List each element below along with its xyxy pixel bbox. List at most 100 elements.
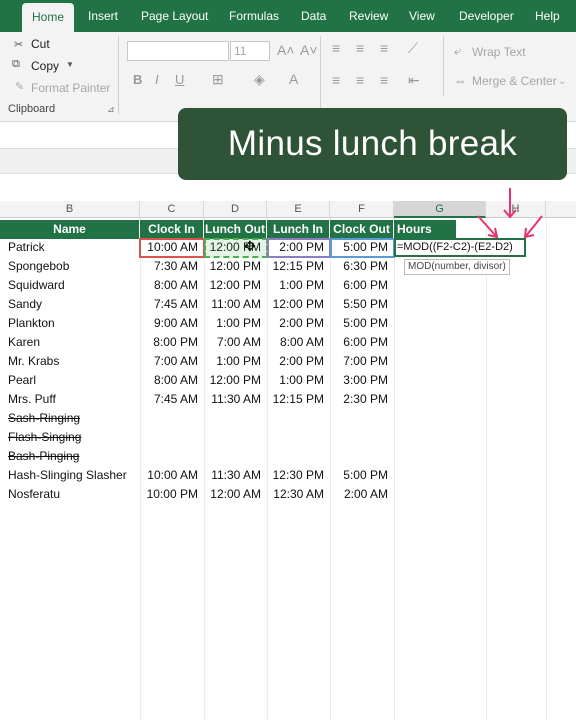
cell-lunch-in[interactable] xyxy=(267,409,330,428)
cell-name[interactable]: Hash-Slinging Slasher xyxy=(0,466,140,485)
format-painter-button[interactable]: Format Painter xyxy=(31,81,110,95)
tab-developer[interactable]: Developer xyxy=(459,0,514,32)
cell-lunch-out[interactable]: 11:00 AM xyxy=(204,295,267,314)
merge-center-button[interactable]: Merge & Center xyxy=(472,74,557,88)
cell-clock-out[interactable] xyxy=(330,428,394,447)
cell-name[interactable]: Sash-Ringing xyxy=(0,409,140,428)
table-row[interactable]: Sandy 7:45 AM 11:00 AM 12:00 PM 5:50 PM xyxy=(0,295,576,314)
tab-review[interactable]: Review xyxy=(349,0,388,32)
align-center-icon[interactable]: ≡ xyxy=(356,72,364,88)
cell-clock-in[interactable]: 8:00 AM xyxy=(140,371,204,390)
cell-clock-out[interactable]: 5:50 PM xyxy=(330,295,394,314)
cell-lunch-out[interactable]: 12:00 AM xyxy=(204,485,267,504)
column-header-b[interactable]: B xyxy=(0,201,140,218)
cell-lunch-out[interactable]: 12:00 PM xyxy=(204,371,267,390)
column-header-d[interactable]: D xyxy=(204,201,267,218)
cell-name[interactable]: Sandy xyxy=(0,295,140,314)
cell-lunch-in[interactable]: 1:00 PM xyxy=(267,276,330,295)
cell-lunch-in[interactable]: 2:00 PM xyxy=(267,352,330,371)
cell-lunch-out[interactable] xyxy=(204,428,267,447)
table-row[interactable]: Mr. Krabs 7:00 AM 1:00 PM 2:00 PM 7:00 PM xyxy=(0,352,576,371)
font-color-icon[interactable]: A xyxy=(289,71,298,87)
table-row[interactable]: Flash-Singing xyxy=(0,428,576,447)
tab-home[interactable]: Home xyxy=(22,3,75,32)
table-row[interactable]: Bash-Pinging xyxy=(0,447,576,466)
column-header-e[interactable]: E xyxy=(267,201,330,218)
cell-name[interactable]: Karen xyxy=(0,333,140,352)
cell-clock-out[interactable]: 5:00 PM xyxy=(330,466,394,485)
table-row[interactable]: Pearl 8:00 AM 12:00 PM 1:00 PM 3:00 PM xyxy=(0,371,576,390)
cell-clock-in[interactable]: 8:00 PM xyxy=(140,333,204,352)
cell-clock-out[interactable]: 2:00 AM xyxy=(330,485,394,504)
copy-button[interactable]: Copy xyxy=(31,59,59,73)
table-row[interactable]: Mrs. Puff 7:45 AM 11:30 AM 12:15 PM 2:30 PM xyxy=(0,390,576,409)
cell-clock-in[interactable]: 7:45 AM xyxy=(140,390,204,409)
chevron-down-icon[interactable]: ⌄ xyxy=(558,76,566,87)
cell-lunch-in[interactable]: 8:00 AM xyxy=(267,333,330,352)
cell-clock-out[interactable]: 2:30 PM xyxy=(330,390,394,409)
font-size-combo[interactable]: 11 xyxy=(230,41,270,61)
cell-lunch-in[interactable]: 12:30 AM xyxy=(267,485,330,504)
cell-clock-out[interactable]: 6:00 PM xyxy=(330,333,394,352)
cell-lunch-in[interactable] xyxy=(267,428,330,447)
cell-lunch-in[interactable]: 12:15 PM xyxy=(267,390,330,409)
align-bottom-icon[interactable]: ≡ xyxy=(380,40,388,56)
function-tooltip[interactable]: MOD(number, divisor) xyxy=(404,259,510,275)
cell-lunch-in[interactable]: 12:30 PM xyxy=(267,466,330,485)
cell-lunch-in[interactable]: 12:00 PM xyxy=(267,295,330,314)
cell-clock-out[interactable]: 5:00 PM xyxy=(330,314,394,333)
cell-lunch-out[interactable]: 11:30 AM xyxy=(204,390,267,409)
tab-help[interactable]: Help xyxy=(535,0,560,32)
column-header-c[interactable]: C xyxy=(140,201,204,218)
cell-name[interactable]: Mr. Krabs xyxy=(0,352,140,371)
header-hours-worked[interactable]: Hours Worked xyxy=(394,220,456,255)
cell-lunch-out[interactable]: 12:00 PM xyxy=(204,276,267,295)
indent-icon[interactable]: ⇤ xyxy=(408,72,420,89)
cell-clock-out[interactable]: 6:00 PM xyxy=(330,276,394,295)
align-right-icon[interactable]: ≡ xyxy=(380,72,388,88)
cell-name[interactable]: Patrick xyxy=(0,238,140,257)
cell-lunch-in[interactable]: 12:15 PM xyxy=(267,257,330,276)
cell-clock-out[interactable] xyxy=(330,447,394,466)
cell-clock-in[interactable]: 7:00 AM xyxy=(140,352,204,371)
cell-clock-in[interactable]: 10:00 AM xyxy=(140,466,204,485)
borders-icon[interactable]: ⊞ xyxy=(212,71,224,88)
align-top-icon[interactable]: ≡ xyxy=(332,40,340,56)
header-name[interactable]: Name xyxy=(0,220,140,239)
cut-button[interactable]: Cut xyxy=(31,37,50,51)
table-row[interactable]: Nosferatu 10:00 PM 12:00 AM 12:30 AM 2:00 AM xyxy=(0,485,576,504)
cell-lunch-out[interactable] xyxy=(204,447,267,466)
fill-color-icon[interactable]: ◈ xyxy=(254,71,265,88)
cell-clock-out[interactable]: 6:30 PM xyxy=(330,257,394,276)
cell-lunch-in[interactable]: 2:00 PM xyxy=(267,314,330,333)
header-clock-out[interactable]: Clock Out xyxy=(330,220,394,239)
dialog-launcher-icon[interactable]: ⊿ xyxy=(107,104,115,115)
header-lunch-out[interactable]: Lunch Out xyxy=(204,220,267,239)
shrink-font-icon[interactable]: A˅ xyxy=(300,42,318,58)
tab-insert[interactable]: Insert xyxy=(88,0,118,32)
italic-button[interactable]: I xyxy=(155,72,159,87)
cell-name[interactable]: Mrs. Puff xyxy=(0,390,140,409)
tab-view[interactable]: View xyxy=(409,0,435,32)
align-left-icon[interactable]: ≡ xyxy=(332,72,340,88)
font-name-combo[interactable] xyxy=(127,41,229,61)
cell-clock-in[interactable] xyxy=(140,409,204,428)
table-row[interactable]: Sash-Ringing xyxy=(0,409,576,428)
chevron-down-icon[interactable]: ▼ xyxy=(66,60,74,69)
tab-data[interactable]: Data xyxy=(301,0,326,32)
cell-lunch-out[interactable]: 1:00 PM xyxy=(204,352,267,371)
cell-lunch-in[interactable]: 1:00 PM xyxy=(267,371,330,390)
cell-name[interactable]: Nosferatu xyxy=(0,485,140,504)
table-row[interactable]: Karen 8:00 PM 7:00 AM 8:00 AM 6:00 PM xyxy=(0,333,576,352)
cell-name[interactable]: Plankton xyxy=(0,314,140,333)
wrap-text-button[interactable]: Wrap Text xyxy=(472,45,526,59)
cell-lunch-in[interactable] xyxy=(267,447,330,466)
cell-clock-out[interactable] xyxy=(330,409,394,428)
table-row[interactable]: Plankton 9:00 AM 1:00 PM 2:00 PM 5:00 PM xyxy=(0,314,576,333)
cell-name[interactable]: Flash-Singing xyxy=(0,428,140,447)
cell-clock-in[interactable]: 7:30 AM xyxy=(140,257,204,276)
cell-clock-in[interactable] xyxy=(140,447,204,466)
tab-page-layout[interactable]: Page Layout xyxy=(141,0,208,32)
cell-lunch-out[interactable] xyxy=(204,409,267,428)
bold-button[interactable]: B xyxy=(133,72,142,87)
